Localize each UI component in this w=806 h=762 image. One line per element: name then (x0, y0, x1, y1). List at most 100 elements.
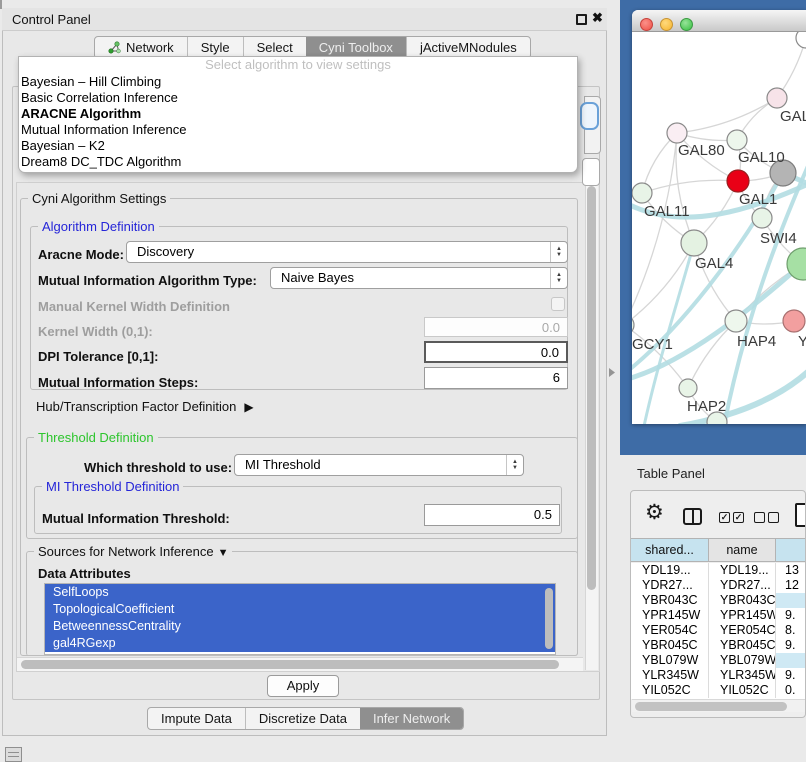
table-cell: YPR145W (709, 608, 776, 623)
network-node-gal11[interactable] (632, 183, 652, 203)
manual-kernel-checkbox[interactable] (551, 297, 565, 311)
table-row[interactable]: YIL052CYIL052C0. (631, 683, 806, 698)
float-panel-icon[interactable] (576, 14, 587, 25)
network-window-titlebar (632, 10, 806, 32)
network-node-label: GAL80 (678, 142, 725, 159)
table-row[interactable]: YDR27...YDR27...12 (631, 578, 806, 593)
network-node-gal10[interactable] (727, 130, 747, 150)
network-canvas[interactable]: GALGAL80GAL10GAL1GAL11SWI4GAL4HAP4YGCY1H… (632, 32, 806, 424)
table-row[interactable]: YLR345WYLR345W9. (631, 668, 806, 683)
select-all-checks-icon[interactable]: ✓✓ (719, 512, 744, 523)
table-row[interactable]: YBL079WYBL079W (631, 653, 806, 668)
algorithm-option-bayesian-hill-climbing[interactable]: Bayesian – Hill Climbing (19, 74, 577, 90)
table-cell: 12 (776, 578, 806, 593)
which-threshold-combo[interactable]: MI Threshold ▲▼ (234, 454, 524, 476)
aracne-mode-combo[interactable]: Discovery ▲▼ (126, 241, 568, 263)
zoom-window-icon[interactable] (680, 18, 693, 31)
table-row[interactable]: YBR045CYBR045C9. (631, 638, 806, 653)
table-row[interactable]: YBR043CYBR043C (631, 593, 806, 608)
table-panel: ⚙ ✓✓ shared...name YDL19...YDL19...13YDR… (630, 490, 806, 718)
network-edge[interactable] (642, 180, 738, 193)
network-icon (108, 41, 121, 54)
grid-icon[interactable] (5, 747, 22, 762)
bottom-tab-discretize-data[interactable]: Discretize Data (245, 708, 360, 729)
mi-type-value: Naive Bayes (281, 270, 354, 285)
expand-arrow-icon: ▶ (244, 400, 253, 414)
table-cell: 13 (776, 563, 806, 578)
table-cell: 9. (776, 638, 806, 653)
kernel-width-field[interactable]: 0.0 (424, 317, 568, 337)
network-edge[interactable] (688, 321, 736, 388)
network-node-y[interactable] (783, 310, 805, 332)
bottom-tabbar: Impute DataDiscretize DataInfer Network (147, 707, 464, 730)
table-hscrollbar-track[interactable] (632, 699, 805, 712)
settings-hscrollbar-thumb[interactable] (21, 660, 559, 669)
data-attribute-item-gal4rgexp[interactable]: gal4RGexp (45, 635, 555, 652)
deselect-all-checks-icon[interactable] (754, 512, 779, 523)
network-node-hap4[interactable] (725, 310, 747, 332)
network-node-gal[interactable] (767, 88, 787, 108)
close-panel-icon[interactable]: ✖ (592, 10, 603, 26)
dpi-tolerance-field[interactable]: 0.0 (424, 341, 568, 363)
column-header-cut[interactable] (776, 539, 806, 561)
gear-icon[interactable]: ⚙ (645, 502, 664, 523)
tab-cyni-toolbox[interactable]: Cyni Toolbox (306, 37, 406, 58)
dpi-tolerance-label: DPI Tolerance [0,1]: (38, 349, 158, 364)
table-cell: YBR045C (631, 638, 709, 653)
network-node-label: HAP4 (737, 333, 776, 350)
list-scrollbar-thumb[interactable] (545, 588, 553, 649)
mi-threshold-field[interactable]: 0.5 (424, 504, 560, 526)
aracne-mode-value: Discovery (137, 244, 194, 259)
table-row[interactable]: YDL19...YDL19...13 (631, 563, 806, 578)
column-header-shared[interactable]: shared... (631, 539, 709, 561)
network-node-gal1[interactable] (727, 170, 749, 192)
network-node-label: GAL (780, 108, 806, 125)
network-node[interactable] (796, 32, 806, 48)
mi-steps-label: Mutual Information Steps: (38, 375, 198, 390)
network-node-gal80[interactable] (667, 123, 687, 143)
algorithm-option-dream8-dc-tdc-algorithm[interactable]: Dream8 DC_TDC Algorithm (19, 154, 577, 170)
tab-network[interactable]: Network (95, 37, 187, 58)
mi-steps-field[interactable]: 6 (424, 367, 568, 389)
algorithm-option-basic-correlation-inference[interactable]: Basic Correlation Inference (19, 90, 577, 106)
column-header-name[interactable]: name (709, 539, 776, 561)
column-split-icon[interactable] (683, 508, 702, 525)
table-cell: 0. (776, 683, 806, 698)
data-attribute-item-betweennesscentrality[interactable]: BetweennessCentrality (45, 618, 555, 635)
algorithm-option-bayesian-k2[interactable]: Bayesian – K2 (19, 138, 577, 154)
data-attribute-item-topologicalcoefficient[interactable]: TopologicalCoefficient (45, 601, 555, 618)
table-cell: YBL079W (631, 653, 709, 668)
table-row[interactable]: YPR145WYPR145W9. (631, 608, 806, 623)
hub-definition-toggle[interactable]: Hub/Transcription Factor Definition▶ (36, 399, 254, 414)
splitter-handle-icon[interactable] (609, 368, 615, 377)
cyni-settings-group-title: Cyni Algorithm Settings (28, 191, 170, 206)
settings-vscrollbar-thumb[interactable] (587, 186, 596, 590)
network-node-gal4[interactable] (681, 230, 707, 256)
mi-type-combo[interactable]: Naive Bayes ▲▼ (270, 267, 568, 289)
table-panel-title: Table Panel (637, 466, 705, 481)
network-node-hap2[interactable] (679, 379, 697, 397)
document-icon[interactable] (795, 503, 806, 527)
minimize-window-icon[interactable] (660, 18, 673, 31)
table-hscrollbar-thumb[interactable] (635, 702, 787, 711)
tab-select[interactable]: Select (243, 37, 306, 58)
network-edge[interactable] (677, 98, 777, 133)
data-attribute-item-selfloops[interactable]: SelfLoops (45, 584, 555, 601)
close-window-icon[interactable] (640, 18, 653, 31)
table-cell: YDL19... (709, 563, 776, 578)
bottom-tab-impute-data[interactable]: Impute Data (148, 708, 245, 729)
tab-style[interactable]: Style (187, 37, 243, 58)
combo-stepper-icon: ▲▼ (550, 268, 567, 288)
network-node-swi4[interactable] (752, 208, 772, 228)
panel-title: Control Panel (12, 12, 91, 27)
algorithm-option-aracne-algorithm[interactable]: ARACNE Algorithm (19, 106, 577, 122)
tab-jactivemnodules[interactable]: jActiveMNodules (406, 37, 530, 58)
apply-button[interactable]: Apply (267, 675, 339, 697)
table-header: shared...name (631, 538, 806, 562)
algorithm-option-mutual-information-inference[interactable]: Mutual Information Inference (19, 122, 577, 138)
bottom-tab-infer-network[interactable]: Infer Network (360, 708, 463, 729)
table-row[interactable]: YER054CYER054C8. (631, 623, 806, 638)
mi-threshold-group-title: MI Threshold Definition (42, 479, 183, 494)
table-cell: YDR27... (709, 578, 776, 593)
data-attributes-list: SelfLoopsTopologicalCoefficientBetweenne… (44, 583, 556, 655)
